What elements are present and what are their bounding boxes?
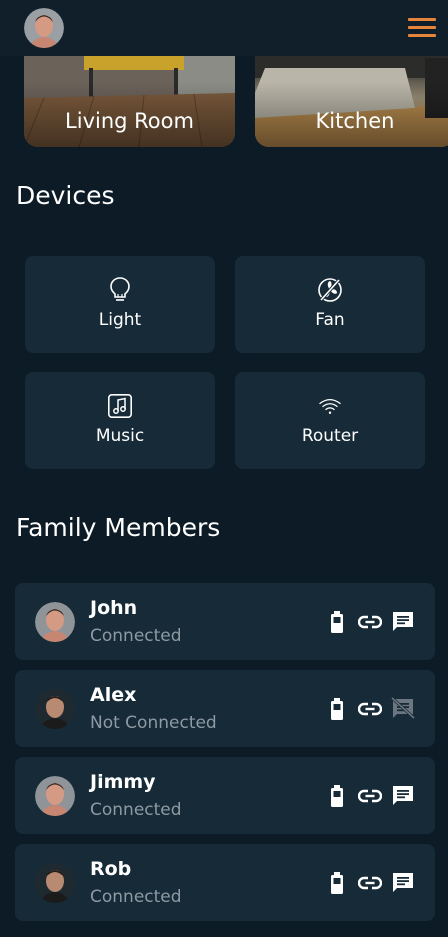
avatar <box>35 602 75 642</box>
avatar <box>35 863 75 903</box>
devices-heading: Devices <box>16 181 115 210</box>
top-app-bar <box>0 0 448 56</box>
link-icon[interactable] <box>358 612 382 632</box>
member-row-john[interactable]: John Connected <box>15 583 435 660</box>
device-light-button[interactable]: Light <box>25 256 215 353</box>
member-status: Connected <box>90 887 182 907</box>
device-router-button[interactable]: Router <box>235 372 425 469</box>
member-row-rob[interactable]: Rob Connected <box>15 844 435 921</box>
music-note-icon <box>108 393 132 418</box>
device-label: Router <box>301 426 359 446</box>
room-label: Living Room <box>65 109 194 133</box>
battery-icon[interactable] <box>330 611 344 633</box>
member-row-alex[interactable]: Alex Not Connected <box>15 670 435 747</box>
link-icon[interactable] <box>358 699 382 719</box>
hamburger-menu-icon[interactable] <box>408 16 438 40</box>
device-fan-button[interactable]: Fan <box>235 256 425 353</box>
message-icon[interactable] <box>391 784 415 808</box>
message-disabled-icon[interactable] <box>391 697 415 721</box>
link-icon[interactable] <box>358 873 382 893</box>
member-status: Connected <box>90 626 182 646</box>
lightbulb-icon <box>110 277 130 301</box>
member-name: Alex <box>90 684 137 706</box>
member-row-jimmy[interactable]: Jimmy Connected <box>15 757 435 834</box>
family-members-heading: Family Members <box>16 513 221 542</box>
room-label: Kitchen <box>315 109 395 133</box>
device-label: Music <box>95 426 145 446</box>
member-name: Rob <box>90 858 132 880</box>
member-status: Not Connected <box>90 713 217 733</box>
device-music-button[interactable]: Music <box>25 372 215 469</box>
member-status: Connected <box>90 800 182 820</box>
avatar <box>35 689 75 729</box>
message-icon[interactable] <box>391 610 415 634</box>
link-icon[interactable] <box>358 786 382 806</box>
battery-icon[interactable] <box>330 785 344 807</box>
member-name: John <box>90 597 138 619</box>
message-icon[interactable] <box>391 871 415 895</box>
device-label: Light <box>98 310 142 330</box>
smart-home-screen: Living Room Kitchen Devices Light Fan Mu… <box>0 0 448 937</box>
avatar <box>35 776 75 816</box>
fan-off-icon <box>318 278 342 302</box>
battery-icon[interactable] <box>330 872 344 894</box>
user-avatar-icon[interactable] <box>24 8 64 48</box>
device-label: Fan <box>315 310 345 330</box>
wifi-icon <box>319 399 341 414</box>
battery-icon[interactable] <box>330 698 344 720</box>
member-name: Jimmy <box>90 771 156 793</box>
